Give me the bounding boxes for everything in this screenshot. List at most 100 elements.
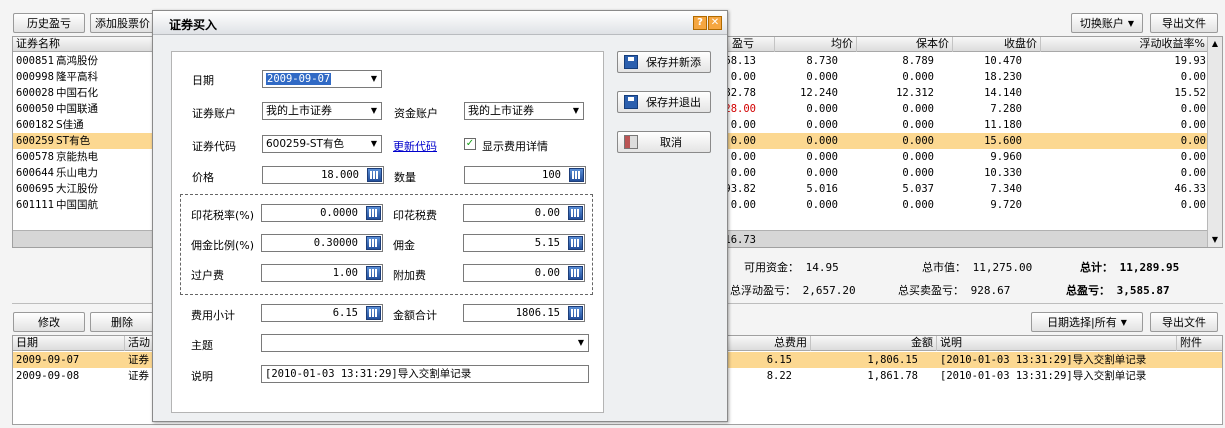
- col-header-avg[interactable]: 均价: [775, 37, 857, 52]
- grand-total: 总计： 11,289.95: [1080, 261, 1180, 274]
- calculator-icon[interactable]: [568, 206, 583, 220]
- topic-select[interactable]: ▼: [261, 334, 589, 352]
- date-picker[interactable]: 2009-09-07 ▼: [262, 70, 382, 88]
- cell-amount: 1,806.15: [867, 354, 918, 366]
- export-file-button[interactable]: 导出文件: [1150, 13, 1218, 33]
- cell-ratio: 0.00: [1180, 199, 1206, 211]
- scroll-up-icon[interactable]: ▲: [1208, 37, 1222, 51]
- save-and-exit-button[interactable]: 保存并退出: [617, 91, 711, 113]
- chevron-down-icon[interactable]: ▼: [371, 71, 377, 87]
- calculator-icon[interactable]: [569, 168, 584, 182]
- cell-avg: 0.000: [806, 167, 838, 179]
- cell-name: ST有色: [56, 135, 91, 147]
- amount-total-input[interactable]: 1806.15: [463, 304, 585, 322]
- col-header-note[interactable]: 说明: [937, 336, 1177, 351]
- sec-account-select[interactable]: 我的上市证券 ▼: [262, 102, 382, 120]
- qty-input[interactable]: 100: [464, 166, 586, 184]
- col-header-date[interactable]: 日期: [13, 336, 125, 351]
- cell-close: 7.340: [990, 183, 1022, 195]
- transfer-fee-input[interactable]: 1.00: [261, 264, 383, 282]
- calculator-icon[interactable]: [367, 168, 382, 182]
- cell-date: 2009-09-08: [16, 370, 80, 382]
- price-input[interactable]: 18.000: [262, 166, 384, 184]
- calculator-icon[interactable]: [366, 206, 381, 220]
- cell-name: 高鸿股份: [56, 55, 98, 67]
- delete-button[interactable]: 删除: [90, 312, 154, 332]
- help-icon[interactable]: ?: [693, 16, 707, 30]
- history-pl-button[interactable]: 历史盈亏: [13, 13, 85, 33]
- cell-activity: 证券: [128, 354, 149, 366]
- cell-ratio: 19.93: [1174, 55, 1206, 67]
- show-fee-checkbox[interactable]: ✓: [464, 138, 476, 150]
- col-header-amount[interactable]: 金额: [811, 336, 937, 351]
- col-header-activity[interactable]: 活动: [125, 336, 155, 351]
- extra-fee-input[interactable]: 0.00: [463, 264, 585, 282]
- switch-account-button[interactable]: 切换账户 ▼: [1071, 13, 1143, 33]
- chevron-down-icon: ▼: [1127, 18, 1135, 28]
- col-header-pl[interactable]: 盈亏: [729, 37, 775, 52]
- scroll-down-icon[interactable]: ▼: [1208, 233, 1222, 247]
- chevron-down-icon: ▼: [577, 338, 584, 347]
- calculator-icon[interactable]: [568, 266, 583, 280]
- cell-close: 10.330: [984, 167, 1022, 179]
- dialog-titlebar[interactable]: 证券买入 ? ✕: [153, 11, 727, 35]
- cell-breakeven: 5.037: [902, 183, 934, 195]
- edit-button[interactable]: 修改: [13, 312, 85, 332]
- cell-close: 18.230: [984, 71, 1022, 83]
- subtotal-input[interactable]: 6.15: [261, 304, 383, 322]
- export-file-button-2[interactable]: 导出文件: [1150, 312, 1218, 332]
- comm-input[interactable]: 5.15: [463, 234, 585, 252]
- cell-name: 乐山电力: [56, 167, 98, 179]
- cell-ratio: 0.00: [1180, 135, 1206, 147]
- calculator-icon[interactable]: [366, 236, 381, 250]
- fund-account-select[interactable]: 我的上市证券 ▼: [464, 102, 584, 120]
- col-header-breakeven[interactable]: 保本价: [857, 37, 953, 52]
- switch-account-label: 切换账户: [1079, 17, 1124, 30]
- cell-ratio: 0.00: [1180, 167, 1206, 179]
- chevron-down-icon: ▼: [370, 106, 377, 115]
- cell-ratio: 0.00: [1180, 119, 1206, 131]
- cancel-button[interactable]: 取消: [617, 131, 711, 153]
- col-header-attachment[interactable]: 附件: [1177, 336, 1222, 351]
- calculator-icon[interactable]: [366, 266, 381, 280]
- save-and-new-button[interactable]: 保存并新添: [617, 51, 711, 73]
- date-select-button[interactable]: 日期选择|所有 ▼: [1031, 312, 1143, 332]
- code-select[interactable]: 600259-ST有色 ▼: [262, 135, 382, 153]
- calculator-icon[interactable]: [366, 306, 381, 320]
- col-header-name[interactable]: 证券名称: [13, 37, 153, 52]
- cell-close: 10.470: [984, 55, 1022, 67]
- cell-name: 京能热电: [56, 151, 98, 163]
- close-icon[interactable]: ✕: [708, 16, 722, 30]
- stamp-fee-input[interactable]: 0.00: [463, 204, 585, 222]
- cell-close: 14.140: [984, 87, 1022, 99]
- cell-close: 15.600: [984, 135, 1022, 147]
- available-funds: 可用资金： 14.95: [744, 261, 839, 274]
- cell-close: 7.280: [990, 103, 1022, 115]
- stamp-rate-input[interactable]: 0.0000: [261, 204, 383, 222]
- cell-breakeven: 0.000: [902, 167, 934, 179]
- col-header-close[interactable]: 收盘价: [953, 37, 1041, 52]
- vertical-scrollbar[interactable]: ▲ ▼: [1207, 37, 1222, 247]
- date-select-label: 日期选择|所有: [1047, 316, 1117, 329]
- stamp-rate-label: 印花税率(%): [191, 209, 255, 222]
- exit-door-icon: [624, 135, 638, 149]
- cell-breakeven: 8.789: [902, 55, 934, 67]
- comm-rate-input[interactable]: 0.30000: [261, 234, 383, 252]
- show-fee-label: 显示费用详情: [482, 140, 548, 153]
- cell-avg: 5.016: [806, 183, 838, 195]
- add-stock-price-button[interactable]: 添加股票价: [90, 13, 154, 33]
- chevron-down-icon: ▼: [370, 139, 377, 148]
- col-header-ratio[interactable]: 浮动收益率%: [1041, 37, 1209, 52]
- calculator-icon[interactable]: [568, 306, 583, 320]
- cell-breakeven: 0.000: [902, 103, 934, 115]
- comm-rate-label: 佣金比例(%): [191, 239, 255, 252]
- calculator-icon[interactable]: [568, 236, 583, 250]
- col-header-fee[interactable]: 总费用: [729, 336, 811, 351]
- cell-close: 9.720: [990, 199, 1022, 211]
- cell-avg: 0.000: [806, 103, 838, 115]
- note-input[interactable]: [2010-01-03 13:31:29]导入交割单记录: [261, 365, 589, 383]
- total-market-value: 总市值： 11,275.00: [922, 261, 1033, 274]
- total-floating-pl: 总浮动盈亏： 2,657.20: [730, 284, 856, 297]
- stamp-fee-label: 印花税费: [393, 209, 437, 222]
- update-code-link[interactable]: 更新代码: [393, 138, 437, 154]
